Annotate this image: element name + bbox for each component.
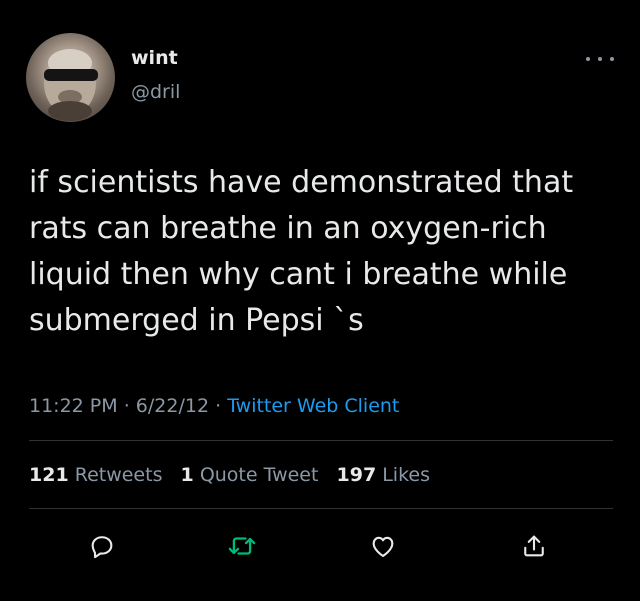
- likes-count: 197: [336, 464, 377, 486]
- retweets-stat[interactable]: 121 Retweets: [29, 464, 162, 486]
- more-dot: [610, 57, 614, 61]
- tweet-time[interactable]: 11:22 PM: [29, 395, 118, 417]
- more-dot: [598, 57, 602, 61]
- user-handle[interactable]: @dril: [131, 80, 180, 104]
- avatar[interactable]: [26, 33, 115, 122]
- tweet-client-link[interactable]: Twitter Web Client: [227, 395, 399, 417]
- retweets-count: 121: [29, 464, 69, 486]
- more-icon[interactable]: [586, 52, 614, 66]
- tweet-meta: 11:22 PM · 6/22/12 · Twitter Web Client: [29, 393, 399, 419]
- share-button[interactable]: [516, 528, 552, 564]
- quotes-count: 1: [180, 464, 194, 486]
- tweet-text: if scientists have demonstrated that rat…: [29, 165, 574, 338]
- meta-separator: ·: [123, 395, 130, 417]
- retweet-button[interactable]: [224, 528, 260, 564]
- avatar-image: [44, 49, 98, 121]
- display-name[interactable]: wint: [131, 46, 178, 70]
- like-icon: [372, 536, 394, 557]
- likes-label: Likes: [382, 464, 430, 486]
- reply-button[interactable]: [84, 528, 120, 564]
- retweet-icon: [228, 537, 256, 555]
- quotes-stat[interactable]: 1 Quote Tweet: [181, 464, 319, 486]
- divider: [29, 508, 613, 509]
- tweet-stats: 121 Retweets 1 Quote Tweet 197 Likes: [29, 462, 442, 488]
- divider: [29, 440, 613, 441]
- reply-icon: [91, 536, 113, 559]
- more-dot: [586, 57, 590, 61]
- retweets-label: Retweets: [74, 464, 163, 486]
- action-bar: [0, 528, 640, 564]
- like-button[interactable]: [365, 528, 401, 564]
- share-icon: [524, 535, 544, 557]
- likes-stat[interactable]: 197 Likes: [337, 464, 431, 486]
- meta-separator: ·: [215, 395, 222, 417]
- quotes-label: Quote Tweet: [199, 464, 319, 486]
- tweet-card: wint @dril if scientists have demonstrat…: [0, 0, 640, 601]
- tweet-date[interactable]: 6/22/12: [136, 395, 209, 417]
